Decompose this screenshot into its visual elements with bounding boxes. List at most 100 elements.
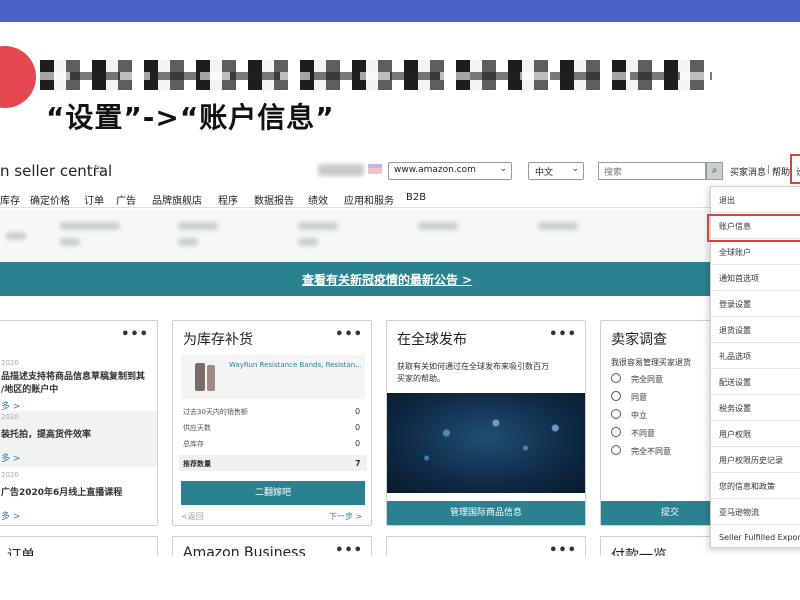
search-icon[interactable]: ⌕ <box>706 162 723 180</box>
nav-item-reports[interactable]: 数据报告 <box>254 192 294 207</box>
dropdown-item-seller-fulfilled-export[interactable]: Seller Fulfilled Expor <box>711 525 800 551</box>
metrics-band <box>0 210 800 262</box>
nav-item-performance[interactable]: 绩效 <box>308 192 328 207</box>
survey-radio[interactable] <box>611 373 621 383</box>
metric-blurred <box>418 222 458 230</box>
news-date: 2020 <box>1 413 19 421</box>
metric-label: 过去30天内的销售额 <box>183 408 248 416</box>
slide-heading: “设置”->“账户信息” <box>46 101 335 134</box>
dropdown-item-login-settings[interactable]: 登录设置 <box>711 291 800 317</box>
card-menu-icon[interactable]: ••• <box>335 327 363 342</box>
card-title: 卖家调查 <box>611 332 667 348</box>
survey-option-label: 同意 <box>631 393 647 402</box>
nav-item-inventory[interactable]: 库存 <box>0 192 20 207</box>
news-card: ••• 2020 品描述支持将商品信息草稿复制到其 /地区的账户中 多 > 20… <box>0 320 158 526</box>
card-title: 为库存补货 <box>183 332 253 348</box>
nav-item-apps[interactable]: 应用和服务 <box>344 192 394 207</box>
product-row[interactable]: WayRun Resistance Bands, Resistan... <box>181 355 365 399</box>
news-date: 2020 <box>1 359 19 367</box>
nav-item-b2b[interactable]: B2B <box>406 192 426 203</box>
survey-radio[interactable] <box>611 427 621 437</box>
survey-option-label: 完全同意 <box>631 375 663 384</box>
metric-blurred <box>298 238 318 246</box>
redacted-text-overlay <box>40 72 712 80</box>
global-selling-card: 在全球发布 ••• 获取有关如何通过在全球发布来吸引数百万 买家的帮助。 管理国… <box>386 320 586 526</box>
marketplace-select[interactable]: www.amazon.com ⌄ <box>388 162 512 180</box>
card-menu-icon[interactable]: ••• <box>549 327 577 342</box>
nav-item-stores[interactable]: 品牌旗舰店 <box>152 192 202 207</box>
us-flag-icon <box>368 164 382 174</box>
survey-option-label: 完全不同意 <box>631 447 671 456</box>
slide-bottom-area <box>0 556 800 600</box>
dropdown-item-shipping-settings[interactable]: 配送设置 <box>711 369 800 395</box>
news-more-link[interactable]: 多 > <box>1 451 20 464</box>
chevron-down-icon: ⌄ <box>571 164 579 174</box>
nav-item-pricing[interactable]: 确定价格 <box>30 192 70 207</box>
news-date: 2020 <box>1 471 19 479</box>
card-title: 在全球发布 <box>397 332 467 348</box>
dropdown-item-tax-settings[interactable]: 税务设置 <box>711 395 800 421</box>
marketplace-value: www.amazon.com <box>394 165 476 175</box>
language-value: 中文 <box>535 168 554 178</box>
metric-blurred <box>298 222 338 230</box>
nav-item-orders[interactable]: 订单 <box>84 192 104 207</box>
survey-option-label: 中立 <box>631 411 647 420</box>
metric-value: 0 <box>355 439 361 448</box>
survey-radio[interactable] <box>611 445 621 455</box>
account-info-highlight-box <box>707 214 800 242</box>
global-description: 获取有关如何通过在全球发布来吸引数百万 买家的帮助。 <box>397 362 549 383</box>
product-thumbnail <box>195 363 205 391</box>
metric-blurred <box>178 222 218 230</box>
covid-announcement-link[interactable]: 查看有关新冠疫情的最新公告 > <box>302 271 472 288</box>
world-network-image <box>387 393 585 493</box>
dropdown-item-info-and-policies[interactable]: 您的信息和政策 <box>711 473 800 499</box>
dropdown-item-fba[interactable]: 亚马逊物流 <box>711 499 800 525</box>
search-input[interactable]: 搜索 <box>598 162 706 180</box>
settings-menu-button[interactable]: 设 <box>790 154 800 184</box>
news-more-link[interactable]: 多 > <box>1 509 20 522</box>
metric-blurred <box>538 222 578 230</box>
manage-international-listings-button[interactable]: 管理国际商品信息 <box>387 501 585 525</box>
buyer-messages-link[interactable]: 买家消息 <box>730 165 766 178</box>
dropdown-item-logout[interactable]: 退出 <box>711 187 800 213</box>
seller-central-header: n seller central ⚐ www.amazon.com ⌄ 中文 ⌄… <box>0 154 800 188</box>
dropdown-item-notifications[interactable]: 通知首选项 <box>711 265 800 291</box>
metric-blurred <box>178 238 198 246</box>
flag-icon[interactable]: ⚐ <box>92 162 105 180</box>
news-headline[interactable]: 装托拍，提高货件效率 <box>1 427 91 440</box>
help-link[interactable]: 帮助 <box>772 165 790 178</box>
metric-blurred <box>60 222 120 230</box>
metric-value: 7 <box>355 459 361 468</box>
dropdown-item-gift-options[interactable]: 礼品选项 <box>711 343 800 369</box>
nav-item-advertising[interactable]: 广告 <box>116 192 136 207</box>
announcement-banner: 查看有关新冠疫情的最新公告 > <box>0 262 800 296</box>
metric-value: 0 <box>355 423 361 432</box>
restock-button[interactable]: 二翻嫁吧 <box>181 481 365 505</box>
prev-link[interactable]: <返回 <box>181 511 204 522</box>
dropdown-item-permission-history[interactable]: 用户权限历史记录 <box>711 447 800 473</box>
survey-radio[interactable] <box>611 409 621 419</box>
card-menu-icon[interactable]: ••• <box>121 327 149 342</box>
main-nav: 库存 确定价格 订单 广告 品牌旗舰店 程序 数据报告 绩效 应用和服务 B2B <box>0 190 800 208</box>
news-headline[interactable]: 品描述支持将商品信息草稿复制到其 /地区的账户中 <box>1 371 145 397</box>
survey-question: 我很容易管理买家退货 <box>611 358 691 367</box>
survey-radio[interactable] <box>611 391 621 401</box>
dropdown-item-return-settings[interactable]: 退货设置 <box>711 317 800 343</box>
header-separator: | <box>767 165 771 175</box>
slide-red-circle <box>0 46 36 108</box>
restock-card: 为库存补货 ••• WayRun Resistance Bands, Resis… <box>172 320 372 526</box>
product-name[interactable]: WayRun Resistance Bands, Resistan... <box>229 361 362 369</box>
metric-blurred <box>6 232 26 240</box>
next-link[interactable]: 下一步 > <box>329 511 362 522</box>
language-select[interactable]: 中文 ⌄ <box>528 162 584 180</box>
dropdown-item-user-permissions[interactable]: 用户权限 <box>711 421 800 447</box>
slide-top-band <box>0 0 800 22</box>
news-headline[interactable]: 广告2020年6月线上直播课程 <box>1 485 122 498</box>
chevron-down-icon: ⌄ <box>499 164 507 174</box>
dropdown-item-global-accounts[interactable]: 全球账户 <box>711 239 800 265</box>
metric-label: 推荐数量 <box>183 460 211 468</box>
metric-label: 供应天数 <box>183 424 211 432</box>
nav-item-programs[interactable]: 程序 <box>218 192 238 207</box>
metric-blurred <box>60 238 80 246</box>
survey-option-label: 不同意 <box>631 429 655 438</box>
